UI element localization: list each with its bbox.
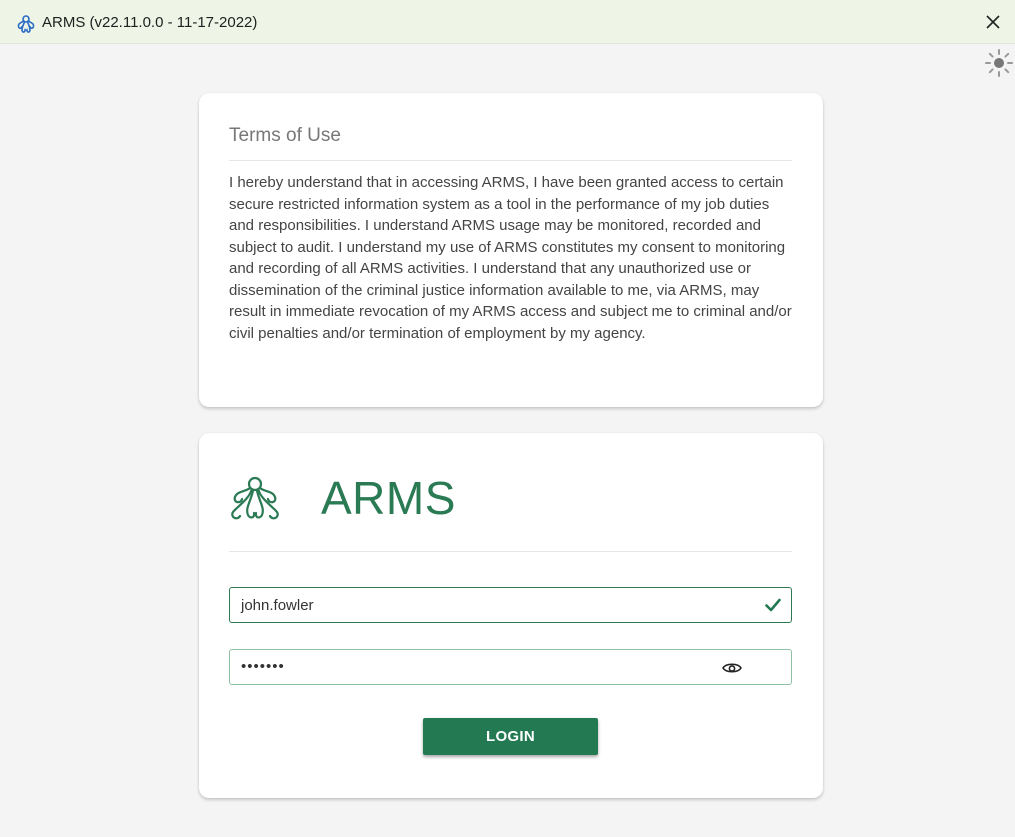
checkmark-icon xyxy=(765,598,781,612)
login-card: ARMS john.fowler ••••••• LOGIN xyxy=(199,433,823,798)
divider xyxy=(229,551,792,552)
password-value: ••••••• xyxy=(241,658,285,675)
arms-logo-icon xyxy=(17,15,35,33)
terms-text: I hereby understand that in accessing AR… xyxy=(229,174,792,342)
terms-of-use-card: Terms of Use I hereby understand that in… xyxy=(199,93,823,407)
terms-heading: Terms of Use xyxy=(229,125,341,146)
sun-icon[interactable] xyxy=(984,48,1014,78)
eye-icon[interactable] xyxy=(721,659,743,677)
brand-name: ARMS xyxy=(321,472,456,524)
arms-logo-icon xyxy=(231,476,279,520)
divider xyxy=(229,160,792,161)
username-value: john.fowler xyxy=(241,597,314,614)
username-input[interactable]: john.fowler xyxy=(229,587,792,623)
login-button[interactable]: LOGIN xyxy=(423,718,598,755)
title-bar: ARMS (v22.11.0.0 - 11-17-2022) xyxy=(0,0,1015,44)
window-title: ARMS (v22.11.0.0 - 11-17-2022) xyxy=(42,14,258,31)
close-icon xyxy=(986,15,1000,29)
password-input[interactable]: ••••••• xyxy=(229,649,792,685)
close-button[interactable] xyxy=(981,10,1005,34)
